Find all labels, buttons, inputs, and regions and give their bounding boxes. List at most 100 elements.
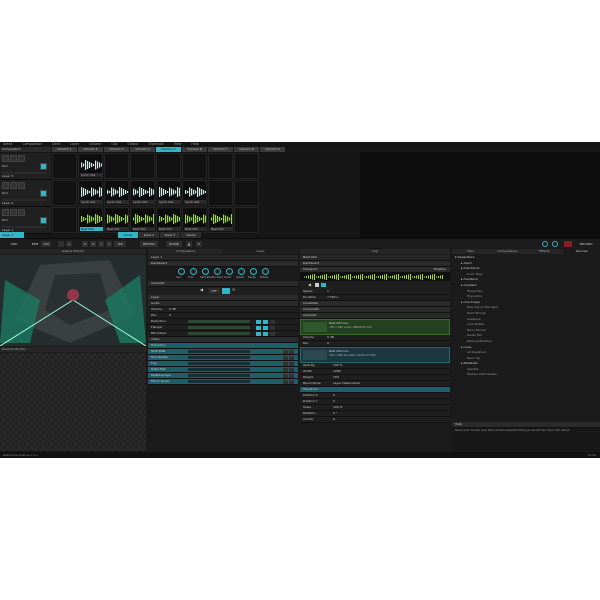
clip-waveform[interactable] — [300, 273, 450, 281]
effect-toggle-button[interactable] — [283, 355, 288, 360]
effect-mix-slider[interactable] — [188, 332, 250, 335]
layer-clear-button[interactable] — [2, 155, 9, 162]
effect-toggle-button[interactable] — [289, 355, 294, 360]
prev-icon[interactable]: ◀ — [200, 288, 206, 294]
layer-solo-button[interactable] — [18, 155, 25, 162]
effect-mix-slider[interactable] — [188, 368, 250, 371]
position-y-value[interactable]: 0 — [333, 399, 335, 403]
effect-toggle-button[interactable] — [270, 319, 275, 324]
clip-slot[interactable] — [52, 180, 77, 206]
tab-layer[interactable]: Layer — [223, 249, 298, 254]
effect-mix-slider[interactable] — [188, 380, 250, 383]
effect-toggle-button[interactable] — [289, 367, 294, 372]
double-button[interactable]: *2 — [90, 241, 96, 247]
clip-slot[interactable]: Synth 005 — [182, 180, 207, 206]
pause-icon[interactable] — [315, 283, 319, 287]
clip-pan-value[interactable]: 0 — [327, 341, 329, 345]
width-value[interactable]: 1080 — [333, 369, 341, 373]
tab-effects[interactable]: Effects — [526, 249, 563, 254]
volume-value[interactable]: 0 dB — [169, 307, 176, 311]
column-header[interactable]: Column 8 — [234, 147, 259, 152]
rotation-value[interactable]: 0 ° — [333, 411, 337, 415]
tab-composition[interactable]: Composition — [148, 249, 223, 254]
effect-mix-slider[interactable] — [188, 374, 250, 377]
effect-toggle-button[interactable] — [283, 361, 288, 366]
autopilot-off[interactable]: OFF — [208, 288, 220, 294]
clip-slot[interactable]: Beat 004 — [78, 207, 103, 233]
clip-slot[interactable]: Synth 004 — [156, 180, 181, 206]
column-header[interactable]: Column 4 — [130, 147, 155, 152]
blend-mode-value[interactable]: Layer Determined — [333, 381, 360, 385]
position-x-value[interactable]: 0 — [333, 393, 335, 397]
dashboard-knob[interactable] — [214, 268, 221, 275]
metronome-icon[interactable]: ▲ — [186, 241, 192, 247]
nudge-minus-button[interactable]: < — [98, 241, 104, 247]
record-button[interactable]: RECORD — [575, 241, 597, 247]
effect-mix-slider[interactable] — [188, 326, 250, 329]
effect-toggle-button[interactable] — [283, 367, 288, 372]
clip-slot[interactable] — [234, 180, 259, 206]
layer-bypass-button[interactable] — [10, 182, 17, 189]
pan-value[interactable]: 0 — [169, 313, 171, 317]
column-header[interactable]: Column 6 — [182, 147, 207, 152]
tab-sources[interactable]: Sources — [563, 249, 600, 254]
effect-toggle-button[interactable] — [263, 325, 268, 330]
dashboard-knob[interactable] — [202, 268, 209, 275]
layer-trigger-button[interactable] — [40, 163, 47, 170]
autopilot-next-button[interactable] — [222, 288, 230, 294]
effect-toggle-button[interactable] — [263, 319, 268, 324]
clip-slot[interactable] — [234, 207, 259, 233]
half-button[interactable]: /2 — [82, 241, 88, 247]
opacity-value[interactable]: 100 % — [333, 363, 343, 367]
clip-slot[interactable] — [130, 153, 155, 179]
tap-button[interactable]: TAP — [114, 241, 126, 247]
clip-slot[interactable] — [234, 153, 259, 179]
column-header[interactable]: Column 3 — [104, 147, 129, 152]
duration-value[interactable]: 7.500 s — [327, 295, 338, 299]
video-effect-row[interactable]: Mirror Quad — [148, 379, 298, 385]
effect-toggle-button[interactable] — [289, 373, 294, 378]
layer-solo-button[interactable] — [18, 209, 25, 216]
layer-clear-button[interactable] — [2, 209, 9, 216]
tab-files[interactable]: Files — [452, 249, 489, 254]
layer-bypass-button[interactable] — [10, 155, 17, 162]
plus-button[interactable]: + — [66, 241, 72, 247]
layer-clear-button[interactable] — [2, 182, 9, 189]
transport-mode[interactable]: Timeline — [433, 267, 446, 272]
column-header[interactable]: Column 2 — [78, 147, 103, 152]
layer-name[interactable]: Layer 3 — [2, 175, 13, 178]
effect-toggle-button[interactable] — [256, 331, 261, 336]
source-tree-item[interactable]: Plasma Alternatives — [452, 372, 600, 378]
column-header[interactable]: Column 9 — [260, 147, 285, 152]
dashboard-knob[interactable] — [250, 268, 257, 275]
dashboard-knob[interactable] — [178, 268, 185, 275]
layer-bypass-button[interactable] — [10, 209, 17, 216]
composition-header[interactable]: Composition — [0, 147, 51, 152]
column-header[interactable]: Column 7 — [208, 147, 233, 152]
clip-slot[interactable] — [208, 180, 233, 206]
nudge-plus-button[interactable]: > — [106, 241, 112, 247]
minus-button[interactable]: – — [58, 241, 64, 247]
crossfade-knob[interactable] — [552, 241, 558, 247]
layer-name[interactable]: Layer 2 — [2, 202, 13, 205]
play-forward-button[interactable] — [321, 283, 326, 287]
effect-mix-slider[interactable] — [188, 320, 250, 323]
clip-slot[interactable] — [182, 153, 207, 179]
effect-toggle-button[interactable] — [289, 361, 294, 366]
clip-volume-value[interactable]: 0 dB — [327, 335, 334, 339]
clip-slot[interactable]: Synth 001 — [78, 180, 103, 206]
record-indicator[interactable] — [564, 241, 572, 247]
effect-toggle-button[interactable] — [283, 349, 288, 354]
effect-toggle-button[interactable] — [270, 331, 275, 336]
speed-value[interactable]: 1 — [327, 289, 329, 293]
clip-slot[interactable] — [52, 207, 77, 233]
link-button[interactable]: LINK — [8, 241, 20, 247]
column-header[interactable]: Column 5 — [156, 147, 181, 152]
tab-compositions[interactable]: Compositions — [489, 249, 526, 254]
clip-slot[interactable]: Beat 001 — [104, 207, 129, 233]
effect-toggle-button[interactable] — [289, 379, 294, 384]
shuffle-icon[interactable]: ✕ — [232, 288, 238, 294]
height-value[interactable]: 720 — [333, 375, 339, 379]
effect-toggle-button[interactable] — [270, 325, 275, 330]
clip-slot[interactable]: Synth 002 — [104, 180, 129, 206]
